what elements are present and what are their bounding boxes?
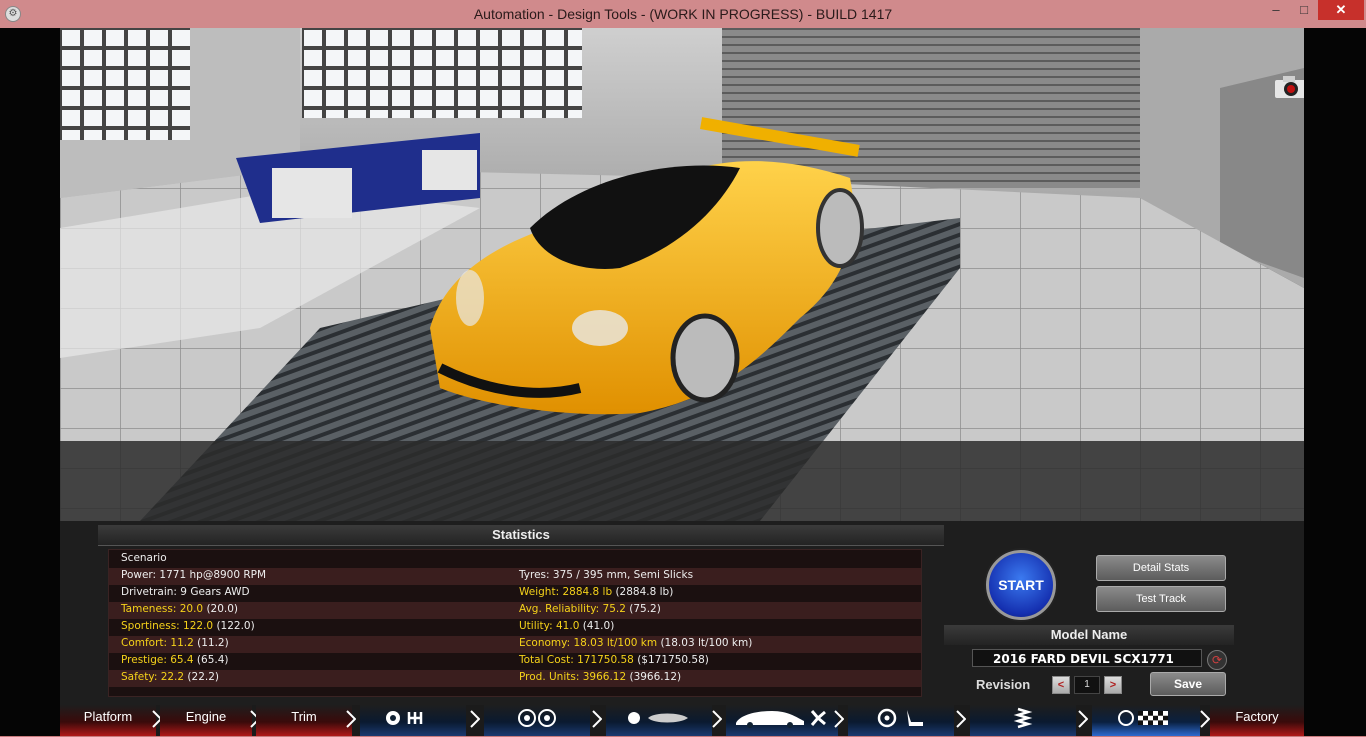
tab-body[interactable] xyxy=(726,705,838,736)
stats-row: Tameness: 20.0 (20.0) Avg. Reliability: … xyxy=(109,602,921,619)
revision-label: Revision xyxy=(976,677,1031,692)
stat-reliability-value: Avg. Reliability: 75.2 xyxy=(519,603,626,615)
revision-prev-button[interactable]: < xyxy=(1052,676,1070,694)
revision-value: 1 xyxy=(1074,676,1100,694)
test-track-button[interactable]: Test Track xyxy=(1096,586,1226,612)
tab-suspension[interactable] xyxy=(484,705,590,736)
stat-sportiness-value: Sportiness: 122.0 xyxy=(121,620,214,632)
stats-row: Comfort: 11.2 (11.2) Economy: 18.03 lt/1… xyxy=(109,636,921,653)
maximize-button[interactable]: □ xyxy=(1290,0,1318,20)
stats-row: Drivetrain: 9 Gears AWD Weight: 2884.8 l… xyxy=(109,585,921,602)
stat-scenario: Scenario xyxy=(121,552,167,564)
stat-prod-units: Prod. Units: 3966.12 (3966.12) xyxy=(519,671,681,683)
spring-icon xyxy=(1013,707,1033,729)
garage-scene xyxy=(60,28,1304,521)
stage-tab-bar: Platform Engine Trim Factory xyxy=(60,705,1304,736)
stat-comfort-extra: (11.2) xyxy=(193,637,229,649)
chassis-icon xyxy=(628,712,688,724)
chevron-right-icon xyxy=(956,710,966,728)
finish-flag-icon xyxy=(1118,710,1168,726)
stat-safety: Safety: 22.2 (22.2) xyxy=(121,671,219,683)
stat-prestige-value: Prestige: 65.4 xyxy=(121,654,194,666)
left-border xyxy=(0,28,60,736)
chevron-right-icon xyxy=(834,710,844,728)
stat-total-cost: Total Cost: 171750.58 ($171750.58) xyxy=(519,654,709,666)
right-border xyxy=(1304,28,1366,736)
stat-economy-value: Economy: 18.03 lt/100 km xyxy=(519,637,658,649)
bottom-panel: Statistics Scenario Power: 1771 hp@8900 … xyxy=(60,521,1304,705)
stats-row: Safety: 22.2 (22.2) Prod. Units: 3966.12… xyxy=(109,670,921,687)
stat-comfort-value: Comfort: 11.2 xyxy=(121,637,194,649)
chevron-right-icon xyxy=(346,710,356,728)
stat-utility-value: Utility: 41.0 xyxy=(519,620,580,632)
stat-total-cost-value: Total Cost: 171750.58 xyxy=(519,654,634,666)
stat-economy: Economy: 18.03 lt/100 km (18.03 lt/100 k… xyxy=(519,637,752,649)
stat-sportiness-extra: (122.0) xyxy=(213,620,255,632)
stat-prod-units-extra: (3966.12) xyxy=(626,671,682,683)
chevron-right-icon xyxy=(592,710,602,728)
model-name-header: Model Name xyxy=(944,625,1234,645)
stats-row: Scenario xyxy=(109,551,921,568)
stat-utility-extra: (41.0) xyxy=(579,620,615,632)
tab-gearbox[interactable] xyxy=(360,705,466,736)
stat-safety-extra: (22.2) xyxy=(184,671,219,683)
stat-weight: Weight: 2884.8 lb (2884.8 lb) xyxy=(519,586,673,598)
chevron-right-icon xyxy=(470,710,480,728)
stat-economy-extra: (18.03 lt/100 km) xyxy=(657,637,753,649)
tab-platform[interactable]: Platform xyxy=(60,705,156,736)
stats-row: Prestige: 65.4 (65.4) Total Cost: 171750… xyxy=(109,653,921,670)
stat-safety-value: Safety: 22.2 xyxy=(121,671,185,683)
stat-prestige-extra: (65.4) xyxy=(193,654,229,666)
statistics-header: Statistics xyxy=(98,525,944,546)
stat-weight-value: Weight: 2884.8 lb xyxy=(519,586,613,598)
gear-shift-icon xyxy=(386,711,423,725)
revision-next-button[interactable]: > xyxy=(1104,676,1122,694)
stat-tyres: Tyres: 375 / 395 mm, Semi Slicks xyxy=(519,569,694,581)
stats-row: Power: 1771 hp@8900 RPM Tyres: 375 / 395… xyxy=(109,568,921,585)
car-body-icon xyxy=(736,710,826,728)
tab-trim[interactable]: Trim xyxy=(256,705,352,736)
stat-reliability-extra: (75.2) xyxy=(625,603,661,615)
detail-stats-button[interactable]: Detail Stats xyxy=(1096,555,1226,581)
chevron-right-icon xyxy=(712,710,722,728)
stat-weight-extra: (2884.8 lb) xyxy=(612,586,674,598)
tab-finish[interactable] xyxy=(1092,705,1200,736)
model-name-input[interactable]: 2016 FARD DEVIL SCX1771 xyxy=(972,649,1202,667)
stat-comfort: Comfort: 11.2 (11.2) xyxy=(121,637,229,649)
stat-reliability: Avg. Reliability: 75.2 (75.2) xyxy=(519,603,661,615)
tab-factory[interactable]: Factory xyxy=(1210,705,1304,736)
tab-chassis[interactable] xyxy=(606,705,712,736)
stats-row: Sportiness: 122.0 (122.0) Utility: 41.0 … xyxy=(109,619,921,636)
chevron-right-icon xyxy=(1200,710,1210,728)
garage-viewport[interactable]: ✕ ^ v xyxy=(60,28,1304,521)
title-bar: ⚙ Automation - Design Tools - (WORK IN P… xyxy=(0,0,1366,28)
steering-wheel-icon xyxy=(877,708,923,728)
statistics-table: Scenario Power: 1771 hp@8900 RPM Tyres: … xyxy=(108,549,922,697)
refresh-icon[interactable]: ⟳ xyxy=(1207,650,1227,670)
app-area: ✕ ^ v < > Statistics Scenario Power: 177… xyxy=(0,28,1366,736)
window-title: Automation - Design Tools - (WORK IN PRO… xyxy=(473,6,893,22)
chevron-right-icon xyxy=(1078,710,1088,728)
stat-utility: Utility: 41.0 (41.0) xyxy=(519,620,614,632)
stat-sportiness: Sportiness: 122.0 (122.0) xyxy=(121,620,255,632)
stat-prod-units-value: Prod. Units: 3966.12 xyxy=(519,671,627,683)
close-window-button[interactable]: ✕ xyxy=(1318,0,1364,20)
stat-drivetrain: Drivetrain: 9 Gears AWD xyxy=(121,586,250,598)
minimize-button[interactable]: – xyxy=(1262,0,1290,20)
camera-icon[interactable] xyxy=(1273,74,1304,100)
save-button[interactable]: Save xyxy=(1150,672,1226,696)
tab-testing[interactable] xyxy=(970,705,1076,736)
tab-engine[interactable]: Engine xyxy=(160,705,252,736)
stat-tameness-extra: (20.0) xyxy=(203,603,239,615)
stat-tameness-value: Tameness: 20.0 xyxy=(121,603,204,615)
tab-interior[interactable] xyxy=(848,705,954,736)
wheels-icon xyxy=(518,709,556,727)
stat-total-cost-extra: ($171750.58) xyxy=(633,654,709,666)
start-button[interactable]: START xyxy=(986,550,1056,620)
stat-tameness: Tameness: 20.0 (20.0) xyxy=(121,603,238,615)
stat-power: Power: 1771 hp@8900 RPM xyxy=(121,569,267,581)
stat-prestige: Prestige: 65.4 (65.4) xyxy=(121,654,229,666)
